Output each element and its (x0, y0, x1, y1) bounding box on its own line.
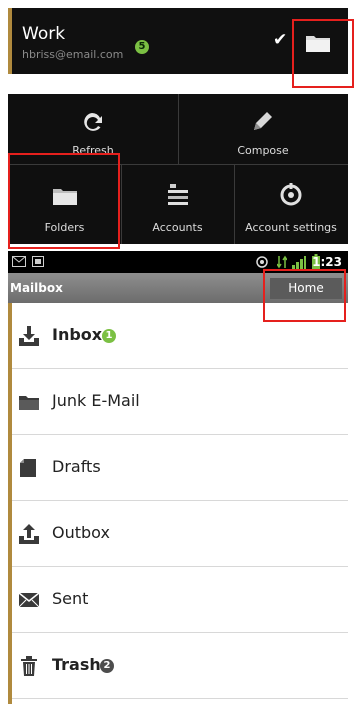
data-transfer-icon (277, 255, 287, 269)
accounts-icon (168, 184, 188, 205)
trash-icon (21, 656, 37, 676)
account-color-bar (8, 8, 12, 74)
menu-compose-label: Compose (237, 144, 289, 157)
notification-box-icon (32, 256, 44, 267)
folder-icon (19, 396, 39, 410)
folder-label: Drafts (52, 457, 101, 476)
sent-icon (18, 592, 40, 608)
folder-label: Outbox (52, 523, 110, 542)
menu-compose-button[interactable]: Compose (178, 94, 348, 164)
inbox-icon (19, 326, 39, 346)
page-title: Mailbox (10, 281, 63, 295)
account-email: hbriss@email.com (22, 48, 124, 61)
drafts-icon (20, 459, 36, 477)
refresh-icon (84, 113, 102, 131)
folder-label: Inbox (52, 325, 103, 344)
folder-label: Junk E-Mail (52, 391, 140, 410)
account-name: Work (22, 24, 66, 44)
menu-accounts-button[interactable]: Accounts (121, 164, 234, 244)
folder-row-junk[interactable]: Junk E-Mail (12, 369, 348, 435)
folder-label: Sent (52, 589, 89, 608)
unread-count-badge: 2 (100, 659, 114, 673)
unread-count-badge: 1 (102, 329, 116, 343)
notification-mail-icon (12, 256, 26, 267)
folders-menu-highlight (8, 153, 120, 249)
home-button-highlight (263, 269, 346, 322)
settings-icon (280, 183, 302, 206)
folder-row-outbox[interactable]: Outbox (12, 501, 348, 567)
menu-account-settings-label: Account settings (245, 221, 337, 234)
signal-icon (292, 256, 306, 269)
outbox-icon (19, 524, 39, 544)
menu-accounts-label: Accounts (152, 221, 203, 234)
unread-count-badge: 5 (135, 40, 149, 54)
menu-account-settings-button[interactable]: Account settings (234, 164, 348, 244)
folder-row-sent[interactable]: Sent (12, 567, 348, 633)
folder-row-trash[interactable]: Trash 2 (12, 633, 348, 699)
folder-label: Trash (52, 655, 101, 674)
gps-icon (256, 256, 268, 268)
compose-icon (254, 112, 272, 130)
status-clock: 1:23 (312, 255, 342, 269)
folder-button-highlight (292, 19, 354, 88)
checkmark-icon: ✔ (273, 30, 288, 50)
folder-row-drafts[interactable]: Drafts (12, 435, 348, 501)
